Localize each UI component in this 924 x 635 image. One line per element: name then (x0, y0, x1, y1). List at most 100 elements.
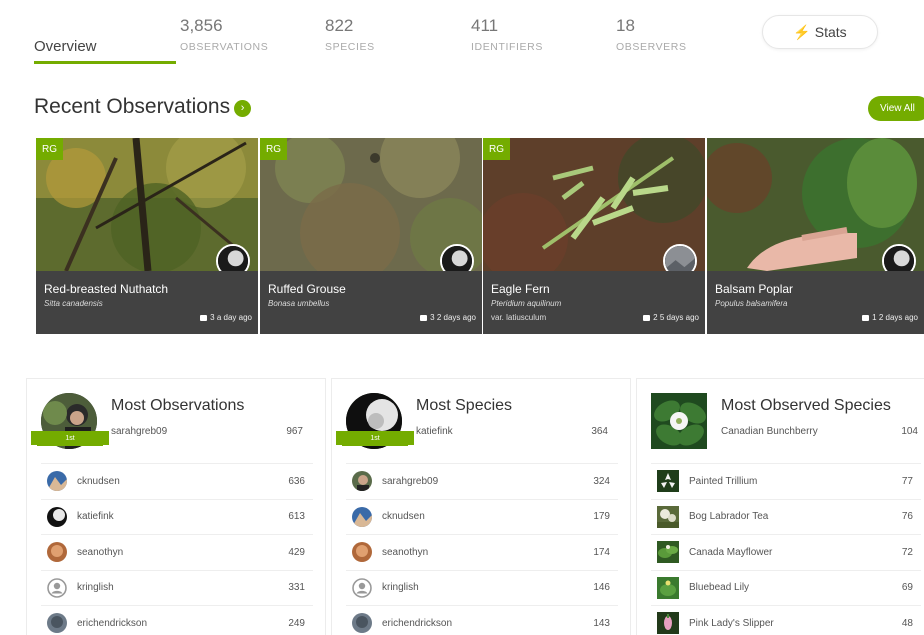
scientific-name: Bonasa umbellus (268, 299, 330, 308)
user-name: erichendrickson (382, 617, 453, 629)
leader-species-photo[interactable] (651, 393, 707, 449)
user-count: 324 (593, 475, 610, 487)
leaderboard-row[interactable]: cknudsen 636 (41, 463, 313, 499)
user-name: cknudsen (382, 511, 425, 523)
leaderboard-row[interactable]: erichendrickson 249 (41, 605, 313, 635)
panel-header: Most Observed Species Canadian Bunchberr… (637, 379, 924, 457)
observation-card[interactable]: RG Eagle Fern Pteridium aquilinum var. l… (483, 138, 705, 334)
scientific-name: Populus balsamifera (715, 299, 788, 308)
panel-header: 1st Most Species katiefink 364 (332, 379, 630, 457)
leaderboard-row[interactable]: seanothyn 429 (41, 534, 313, 570)
leader-count: 364 (591, 426, 608, 437)
leaderboard-row[interactable]: Painted Trillium 77 (651, 463, 921, 499)
rank-ribbon: 1st (336, 431, 414, 446)
leaderboard-list: cknudsen 636 katiefink 613 seanothyn 429… (41, 463, 313, 635)
scientific-name: Sitta canadensis (44, 299, 103, 308)
identifiers-label: IDENTIFIERS (471, 41, 543, 53)
common-name[interactable]: Ruffed Grouse (268, 282, 346, 296)
research-grade-badge: RG (260, 138, 287, 160)
user-avatar (47, 542, 67, 563)
species-thumbnail (657, 541, 679, 564)
user-count: 636 (288, 475, 305, 487)
tab-identifiers[interactable]: 411 IDENTIFIERS (471, 16, 543, 53)
observation-meta: 3 2 days ago (420, 313, 476, 322)
observation-meta: 3 a day ago (200, 313, 252, 322)
user-avatar (352, 506, 372, 527)
common-name[interactable]: Red-breasted Nuthatch (44, 282, 168, 296)
observers-label: OBSERVERS (616, 41, 687, 53)
user-count: 179 (593, 511, 610, 523)
species-name: Painted Trillium (689, 475, 758, 487)
observation-info: Ruffed Grouse Bonasa umbellus 3 2 days a… (260, 271, 482, 334)
leaderboard-row[interactable]: kringlish 331 (41, 569, 313, 606)
species-count: 76 (901, 511, 913, 523)
species-name: Bog Labrador Tea (689, 511, 769, 523)
user-name: kringlish (382, 582, 419, 594)
scientific-name: Pteridium aquilinum (491, 299, 562, 308)
user-count: 429 (288, 546, 305, 558)
observation-info: Red-breasted Nuthatch Sitta canadensis 3… (36, 271, 258, 334)
common-name[interactable]: Eagle Fern (491, 282, 550, 296)
comment-icon (420, 315, 428, 321)
active-tab-indicator (34, 61, 176, 64)
observation-age: 2 days ago (436, 313, 476, 322)
leader-count: 967 (286, 426, 303, 437)
observation-meta: 2 5 days ago (643, 313, 699, 322)
view-all-button[interactable]: View All (868, 96, 924, 121)
user-avatar (47, 506, 67, 527)
leaderboard-row[interactable]: sarahgreb09 324 (346, 463, 618, 499)
arrow-right-circle-icon[interactable]: › (234, 99, 252, 117)
comment-count: 3 (430, 313, 435, 322)
species-label: SPECIES (325, 41, 375, 53)
species-thumbnail (657, 470, 679, 493)
user-circle-icon (352, 577, 372, 598)
recent-observations-title: Recent Observations (34, 95, 231, 118)
common-name[interactable]: Balsam Poplar (715, 282, 793, 296)
user-name: seanothyn (77, 546, 124, 558)
leaderboard-row[interactable]: seanothyn 174 (346, 534, 618, 570)
comment-count: 2 (653, 313, 658, 322)
user-count: 143 (593, 617, 610, 629)
leaderboard-row[interactable]: kringlish 146 (346, 569, 618, 606)
stats-button[interactable]: ⚡ Stats (762, 15, 878, 49)
observation-card[interactable]: RG Ruffed Grouse Bonasa umbellus 3 2 day… (260, 138, 482, 334)
tab-observers[interactable]: 18 OBSERVERS (616, 16, 687, 53)
research-grade-badge: RG (36, 138, 63, 160)
user-circle-icon (47, 577, 67, 598)
leaderboard-row[interactable]: Canada Mayflower 72 (651, 534, 921, 570)
user-avatar (47, 471, 67, 492)
observation-card[interactable]: Balsam Poplar Populus balsamifera 1 2 da… (707, 138, 924, 334)
species-thumbnail (657, 612, 679, 635)
leaderboard-row[interactable]: cknudsen 179 (346, 498, 618, 535)
user-count: 174 (593, 546, 610, 558)
comment-icon (643, 315, 651, 321)
bolt-icon: ⚡ (793, 23, 811, 40)
species-thumbnail (657, 505, 679, 528)
species-count: 77 (901, 475, 913, 487)
species-count: 48 (901, 617, 913, 629)
user-avatar (352, 613, 372, 634)
leaderboard-row[interactable]: Pink Lady's Slipper 48 (651, 605, 921, 635)
tab-observations[interactable]: 3,856 OBSERVATIONS (180, 16, 268, 53)
leader-name[interactable]: katiefink (416, 426, 453, 437)
user-avatar (352, 471, 372, 492)
leaderboard-row[interactable]: erichendrickson 143 (346, 605, 618, 635)
leaderboard-row[interactable]: Bog Labrador Tea 76 (651, 498, 921, 535)
leaderboard-row[interactable]: katiefink 613 (41, 498, 313, 535)
user-name: erichendrickson (77, 617, 148, 629)
tab-species[interactable]: 822 SPECIES (325, 16, 375, 53)
species-name: Pink Lady's Slipper (689, 617, 774, 629)
recent-observations-heading[interactable]: Recent Observations › (34, 95, 252, 119)
comment-icon (200, 315, 208, 321)
leaderboard-list: Painted Trillium 77 Bog Labrador Tea 76 … (651, 463, 921, 635)
observation-card[interactable]: RG Red-breasted Nuthatch Sitta canadensi… (36, 138, 258, 334)
leader-name[interactable]: sarahgreb09 (111, 426, 167, 437)
leaderboard-row[interactable]: Bluebead Lily 69 (651, 569, 921, 606)
panel-header: 1st Most Observations sarahgreb09 967 (27, 379, 325, 457)
user-count: 146 (593, 582, 610, 594)
user-count: 249 (288, 617, 305, 629)
leader-name[interactable]: Canadian Bunchberry (721, 426, 818, 437)
tab-overview[interactable]: Overview (34, 12, 176, 66)
observers-count: 18 (616, 16, 635, 35)
observation-meta: 1 2 days ago (862, 313, 918, 322)
